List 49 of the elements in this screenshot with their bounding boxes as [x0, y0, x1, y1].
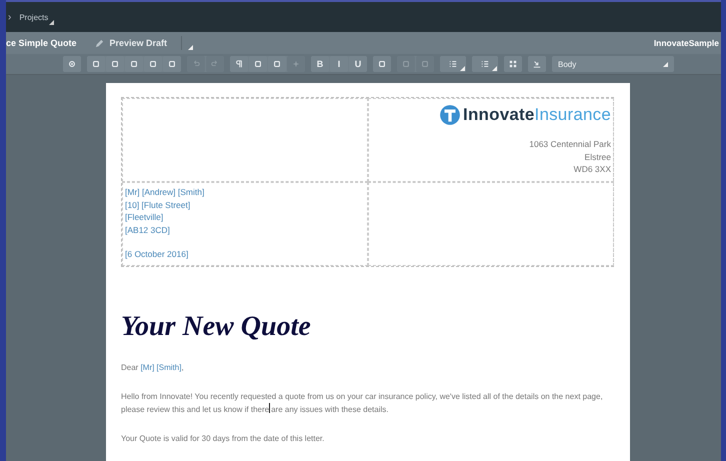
dropdown-corner-icon — [663, 62, 668, 66]
square-icon — [273, 60, 281, 68]
square-icon — [402, 60, 410, 68]
redo-icon — [211, 60, 219, 68]
greeting-text: Dear [Mr] [Smith], — [121, 362, 185, 374]
address-line: 1063 Centennial Park — [529, 138, 611, 150]
square-icon — [111, 60, 119, 68]
toolbar-button[interactable] — [373, 56, 391, 72]
toolbar-button[interactable] — [504, 56, 522, 72]
body-paragraph: Hello from Innovate! You recently requested a quote from us on your car insurance policy, we've listed all of the details on the next page, please review this and let us know if there are any issues with these details. — [121, 391, 604, 416]
document-tab[interactable]: Preview Draft — [94, 38, 178, 48]
list-icon — [481, 60, 489, 68]
document-tab[interactable]: ce Simple Quote — [6, 38, 87, 48]
recipient-field: [AB12 3CD] — [125, 224, 365, 236]
grid-icon — [509, 60, 517, 68]
company-logo-text: InnovateInsurance — [463, 105, 611, 125]
square-icon — [421, 60, 429, 68]
square-icon — [254, 60, 262, 68]
bulleted-list-icon — [449, 60, 457, 68]
toolbar-button[interactable] — [440, 56, 466, 72]
toolbar-button[interactable] — [528, 56, 546, 72]
square-icon — [378, 60, 386, 68]
workspace-name: InnovateSample — [654, 38, 720, 48]
download-icon — [533, 60, 541, 68]
eye-icon — [68, 60, 76, 68]
projects-menu[interactable]: Projects — [19, 7, 54, 27]
document-heading: Your New Quote — [121, 311, 312, 343]
date-field: [6 October 2016] — [125, 248, 365, 260]
dropdown-corner-icon — [188, 45, 194, 50]
undo-icon — [192, 60, 200, 68]
style-dropdown[interactable]: Body — [552, 56, 674, 72]
dropdown-corner-icon — [49, 20, 54, 25]
toolbar-button[interactable] — [472, 56, 498, 72]
address-line: Elstree — [584, 150, 611, 163]
square-icon — [92, 60, 100, 68]
body-paragraph: Your Quote is valid for 30 days from the date of this letter. — [121, 433, 326, 445]
recipient-field: [Mr] [Andrew] [Smith] — [125, 186, 365, 198]
address-line: WD6 3XX — [574, 163, 611, 176]
recipient-field: [Fleetville] — [125, 211, 365, 224]
breadcrumb-separator: › — [8, 12, 12, 22]
pilcrow-icon — [235, 60, 243, 68]
pencil-icon — [94, 38, 104, 48]
square-icon — [168, 60, 176, 68]
square-icon — [130, 60, 138, 68]
square-icon — [149, 60, 157, 68]
toolbar-button[interactable] — [63, 56, 81, 72]
star-icon — [292, 60, 300, 68]
recipient-field: [10] [Flute Street] — [125, 198, 365, 211]
logo-icon — [439, 104, 462, 126]
